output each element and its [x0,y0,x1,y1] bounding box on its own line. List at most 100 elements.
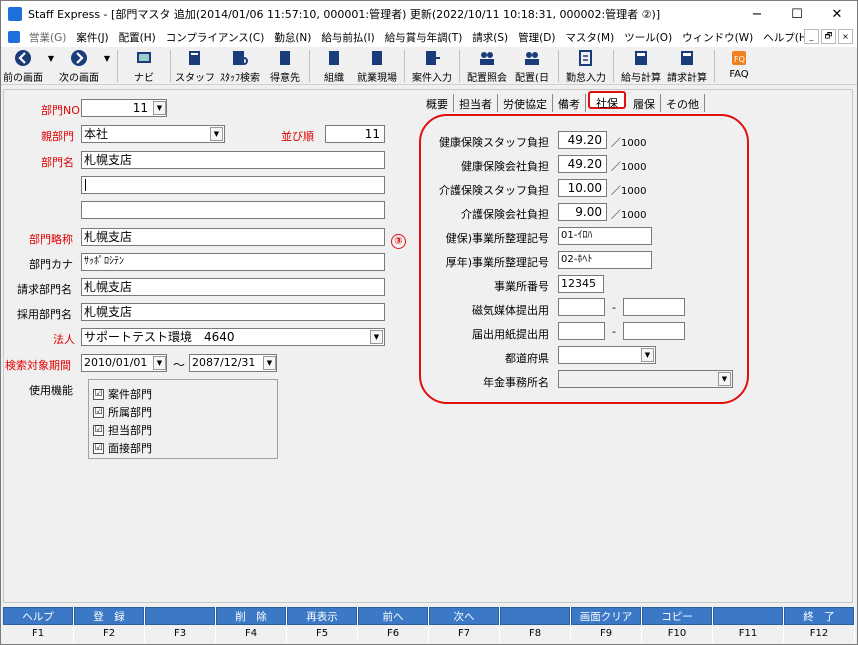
chevron-down-icon[interactable]: ▼ [370,330,383,344]
paper-label: 届出用紙提出用 [472,328,549,341]
menu-attendance[interactable]: 勤怠(N) [269,30,316,45]
billing-calc-button[interactable]: 請求計算 [664,47,710,85]
minimize-button[interactable]: − [737,1,777,27]
f1-help-button[interactable]: ヘルプ F1 [3,607,74,643]
tab-employment-insurance[interactable]: 履保 [628,94,661,112]
menu-advance-pay[interactable]: 給与前払(I) [316,30,379,45]
dept-name-label: 部門名 [41,156,74,169]
chevron-down-icon[interactable]: ▼ [153,101,166,115]
close-button[interactable]: ✕ [817,1,857,27]
building-icon [276,49,294,67]
magnetic-input-1[interactable] [558,298,605,316]
order-label: 並び順 [281,130,314,143]
paper-input-2[interactable] [623,322,685,340]
mdi-close-button[interactable]: × [838,29,853,44]
functions-group: ☑ 案件部門 ☑ 所属部門 ☑ 担当部門 ☑ 面接部門 [88,379,278,459]
org-button[interactable]: 組織 [314,47,354,85]
worksite-icon [368,49,386,67]
forward-button[interactable]: 次の画面 [57,47,101,85]
worksite-button[interactable]: 就業現場 [354,47,400,85]
f4-delete-button[interactable]: 削 除 F4 [216,607,287,643]
f12-exit-button[interactable]: 終 了 F12 [784,607,855,643]
navi-button[interactable]: ナビ [122,47,166,85]
short-name-input[interactable]: 札幌支店 [81,228,385,246]
menu-sales[interactable]: 営業(G) [24,30,71,45]
office-no-input[interactable]: 12345 [558,275,604,293]
order-input[interactable]: 11 [325,125,385,143]
care-staff-label: 介護保険スタッフ負担 [439,184,549,197]
pension-office-select[interactable] [558,370,733,388]
kenpo-input[interactable]: 01-ｲﾛﾊ [558,227,652,245]
staff-button[interactable]: スタッフ [175,47,215,85]
dept-name-input-1[interactable]: 札幌支店 [81,151,385,169]
menu-window[interactable]: ウィンドウ(W) [677,30,758,45]
assign-inquiry-button[interactable]: 配置照会 [464,47,510,85]
function-affiliation-checkbox[interactable]: ☑ 所属部門 [93,404,152,420]
billing-dept-input[interactable]: 札幌支店 [81,278,385,296]
tab-others[interactable]: その他 [661,94,705,112]
f5-refresh-button[interactable]: 再表示 F5 [287,607,358,643]
assign-daily-button[interactable]: 配置(日 [510,47,554,85]
calculator-icon [632,49,650,67]
magnetic-input-2[interactable] [623,298,685,316]
f2-register-button[interactable]: 登 録 F2 [74,607,145,643]
f7-next-button[interactable]: 次へ F7 [429,607,500,643]
payroll-calc-button[interactable]: 給与計算 [618,47,664,85]
back-button[interactable]: 前の画面 [1,47,45,85]
health-company-input[interactable]: 49.20 [558,155,607,173]
faq-icon: FQ [730,49,748,67]
tab-staff-in-charge[interactable]: 担当者 [454,94,498,112]
menu-master[interactable]: マスタ(M) [560,30,619,45]
chevron-down-icon[interactable]: ▼ [210,127,223,141]
faq-button[interactable]: FQ FAQ [719,47,759,85]
function-interview-checkbox[interactable]: ☑ 面接部門 [93,440,152,456]
mdi-minimize-button[interactable]: _ [804,29,819,44]
parent-dept-select[interactable]: 本社 [81,125,225,143]
chevron-down-icon[interactable]: ▼ [718,372,731,386]
case-entry-button[interactable]: 案件入力 [409,47,455,85]
kounen-input[interactable]: 02-ﾎﾍﾄ [558,251,652,269]
dept-name-input-2[interactable] [81,176,385,194]
corp-select[interactable]: サポートテスト環境 4640 [81,328,385,346]
f9-clear-button[interactable]: 画面クリア F9 [571,607,642,643]
tab-social-insurance[interactable]: 社保 [588,91,626,110]
function-case-checkbox[interactable]: ☑ 案件部門 [93,386,152,402]
f10-copy-button[interactable]: コピー F10 [642,607,713,643]
f6-prev-button[interactable]: 前へ F6 [358,607,429,643]
menu-tools[interactable]: ツール(O) [619,30,677,45]
menu-assign[interactable]: 配置(H) [114,30,161,45]
chevron-down-icon[interactable]: ▼ [641,348,654,362]
care-staff-input[interactable]: 10.00 [558,179,607,197]
maximize-button[interactable]: ☐ [777,1,817,27]
menu-billing[interactable]: 請求(S) [467,30,513,45]
mdi-restore-button[interactable]: 🗗 [821,29,836,44]
chevron-down-icon[interactable]: ▼ [153,356,166,370]
window-title: Staff Express - [部門マスタ 追加(2014/01/06 11:… [28,8,661,21]
unit-label: ／1000 [611,162,647,173]
kana-input[interactable]: ｻｯﾎﾟﾛｼﾃﾝ [81,253,385,271]
hiring-dept-input[interactable]: 札幌支店 [81,303,385,321]
menu-admin[interactable]: 管理(D) [513,30,560,45]
tab-labor-agreement[interactable]: 労使協定 [498,94,553,112]
function-charge-checkbox[interactable]: ☑ 担当部門 [93,422,152,438]
menu-compliance[interactable]: コンプライアンス(C) [161,30,270,45]
chevron-down-icon[interactable]: ▼ [263,356,276,370]
paper-input-1[interactable] [558,322,605,340]
dept-name-input-3[interactable] [81,201,385,219]
dash-label: - [612,301,616,314]
tab-notes[interactable]: 備考 [553,94,586,112]
menu-payroll[interactable]: 給与賞与年調(T) [380,30,468,45]
f3-button[interactable]: F3 [145,607,216,643]
staff-search-button[interactable]: ｽﾀｯﾌ検索 [215,47,265,85]
client-button[interactable]: 得意先 [265,47,305,85]
menu-case[interactable]: 案件(J) [71,30,113,45]
f11-button[interactable]: F11 [713,607,784,643]
care-company-input[interactable]: 9.00 [558,203,607,221]
f8-button[interactable]: F8 [500,607,571,643]
dropdown-icon[interactable]: ▼ [98,49,116,67]
tab-overview[interactable]: 概要 [421,94,454,112]
health-staff-input[interactable]: 49.20 [558,131,607,149]
people-icon [478,49,496,67]
attendance-entry-button[interactable]: 勤怠入力 [563,47,609,85]
menu-bar: 営業(G) 案件(J) 配置(H) コンプライアンス(C) 勤怠(N) 給与前払… [1,27,857,47]
